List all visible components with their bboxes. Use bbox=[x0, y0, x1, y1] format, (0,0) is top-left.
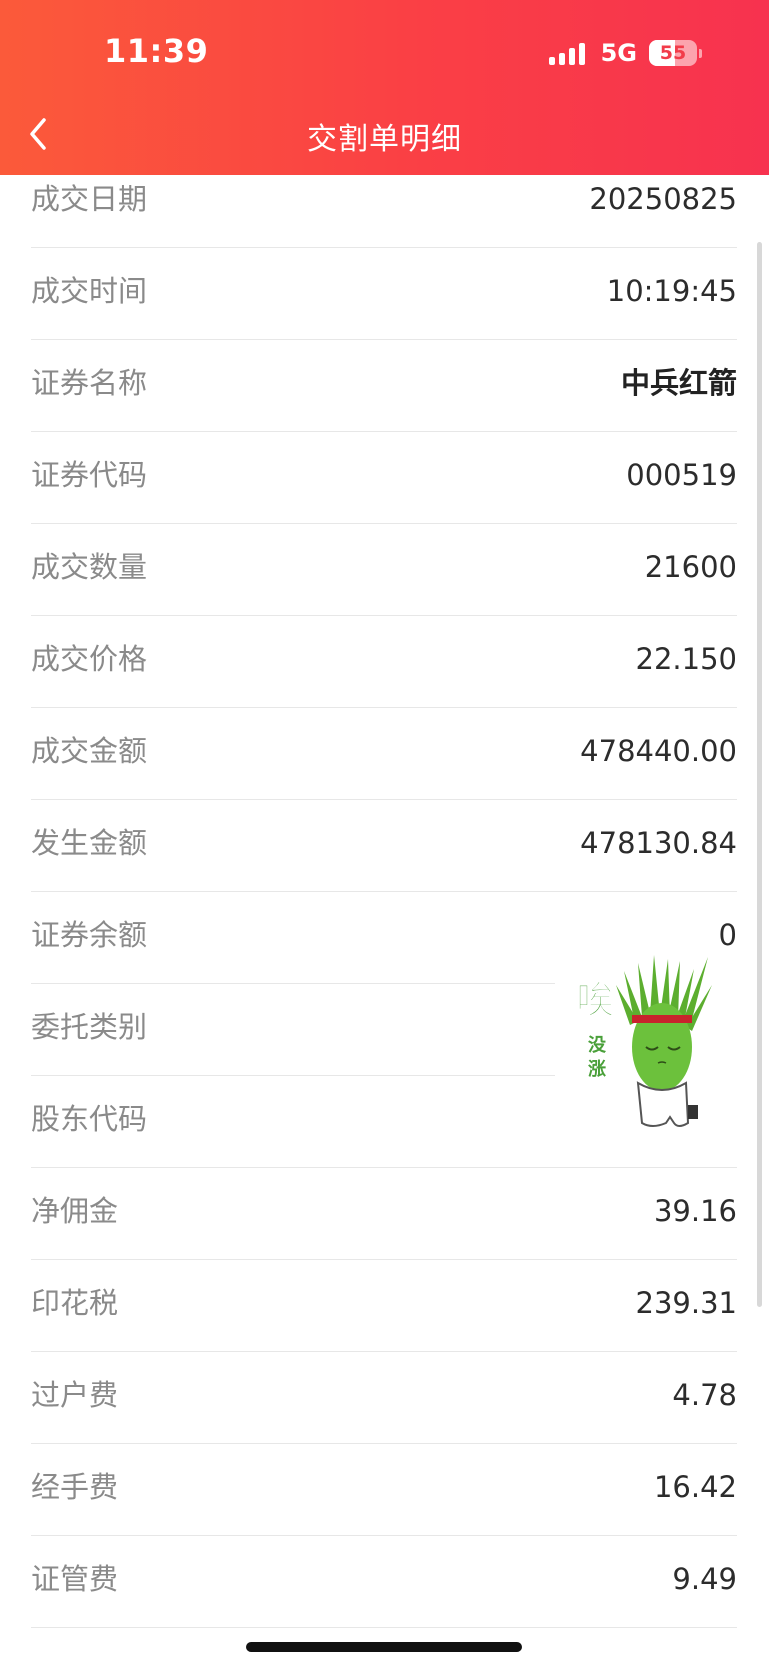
home-indicator[interactable] bbox=[246, 1642, 522, 1652]
row-value: 000519 bbox=[626, 458, 737, 492]
row-value: 16.42 bbox=[653, 1470, 737, 1504]
detail-row-regulatory-fee: 证管费 9.49 bbox=[31, 1536, 737, 1628]
detail-row-occurred-amount: 发生金额 478130.84 bbox=[31, 800, 737, 892]
detail-row-security-name: 证券名称 中兵红箭 bbox=[31, 340, 737, 432]
detail-row-trade-amount: 成交金额 478440.00 bbox=[31, 708, 737, 800]
status-indicators: 5G 55 bbox=[548, 35, 702, 71]
row-value: 4.78 bbox=[672, 1378, 737, 1412]
row-label: 证管费 bbox=[31, 1562, 119, 1596]
row-value: 10:19:45 bbox=[606, 274, 737, 308]
grass-head-sticker-icon: 唉 没 涨 bbox=[576, 955, 712, 1127]
sticker-text-main: 唉 bbox=[576, 978, 615, 1022]
detail-row-trade-time: 成交时间 10:19:45 bbox=[31, 248, 737, 340]
row-value: 39.16 bbox=[653, 1194, 737, 1228]
row-label: 委托类别 bbox=[31, 1010, 148, 1044]
sticker-text-sub-1: 没 bbox=[588, 1035, 607, 1056]
status-time: 11:39 bbox=[104, 32, 209, 70]
detail-row-security-code: 证券代码 000519 bbox=[31, 432, 737, 524]
row-label: 发生金额 bbox=[31, 826, 148, 860]
row-value: 22.150 bbox=[635, 642, 737, 676]
row-value: 21600 bbox=[644, 550, 737, 584]
row-value: 239.31 bbox=[635, 1286, 737, 1320]
row-label: 证券名称 bbox=[31, 366, 148, 400]
row-label: 股东代码 bbox=[31, 1102, 148, 1136]
detail-row-trade-date: 成交日期 20250825 bbox=[31, 156, 737, 248]
trade-detail-list: 成交日期 20250825 成交时间 10:19:45 证券名称 中兵红箭 证券… bbox=[31, 156, 737, 1628]
sticker-text-sub-2: 涨 bbox=[588, 1059, 606, 1080]
scrollbar[interactable] bbox=[757, 242, 762, 1307]
row-label: 过户费 bbox=[31, 1378, 119, 1412]
detail-row-net-commission: 净佣金 39.16 bbox=[31, 1168, 737, 1260]
page-title: 交割单明细 bbox=[307, 122, 462, 157]
row-value: 中兵红箭 bbox=[620, 366, 737, 400]
detail-row-stamp-tax: 印花税 239.31 bbox=[31, 1260, 737, 1352]
row-label: 证券代码 bbox=[31, 458, 148, 492]
row-label: 成交时间 bbox=[31, 274, 148, 308]
row-value: 478440.00 bbox=[580, 734, 737, 768]
signal-strength-icon bbox=[548, 41, 589, 65]
row-value: 20250825 bbox=[589, 182, 737, 216]
battery-level: 55 bbox=[659, 42, 687, 64]
detail-row-trade-price: 成交价格 22.150 bbox=[31, 616, 737, 708]
battery-tip bbox=[699, 48, 702, 58]
row-value: 478130.84 bbox=[580, 826, 737, 860]
row-label: 净佣金 bbox=[31, 1194, 119, 1228]
detail-row-transfer-fee: 过户费 4.78 bbox=[31, 1352, 737, 1444]
detail-row-handling-fee: 经手费 16.42 bbox=[31, 1444, 737, 1536]
row-label: 成交金额 bbox=[31, 734, 148, 768]
row-label: 证券余额 bbox=[31, 918, 148, 952]
detail-row-trade-quantity: 成交数量 21600 bbox=[31, 524, 737, 616]
row-label: 成交价格 bbox=[31, 642, 148, 676]
battery-icon: 55 bbox=[649, 40, 697, 66]
row-label: 成交数量 bbox=[31, 550, 148, 584]
row-value: 9.49 bbox=[672, 1562, 737, 1596]
row-label: 经手费 bbox=[31, 1470, 119, 1504]
row-label: 成交日期 bbox=[31, 182, 148, 216]
network-type: 5G bbox=[600, 39, 637, 67]
row-label: 印花税 bbox=[31, 1286, 119, 1320]
app-header: 11:39 5G 55 交割单明细 bbox=[0, 0, 769, 175]
